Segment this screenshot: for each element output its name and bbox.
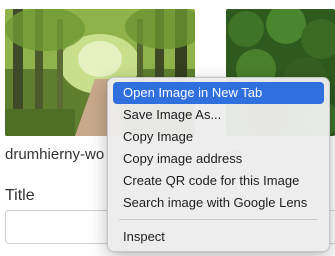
menu-item-inspect[interactable]: Inspect [113, 226, 324, 248]
menu-separator [119, 219, 318, 220]
menu-item-save-image-as[interactable]: Save Image As... [113, 104, 324, 126]
menu-item-open-image-new-tab[interactable]: Open Image in New Tab [113, 82, 324, 104]
menu-item-create-qr-code[interactable]: Create QR code for this Image [113, 170, 324, 192]
menu-item-copy-image-address[interactable]: Copy image address [113, 148, 324, 170]
menu-item-copy-image[interactable]: Copy Image [113, 126, 324, 148]
title-label: Title [5, 187, 35, 204]
menu-item-search-google-lens[interactable]: Search image with Google Lens [113, 192, 324, 214]
context-menu: Open Image in New Tab Save Image As... C… [107, 77, 330, 252]
